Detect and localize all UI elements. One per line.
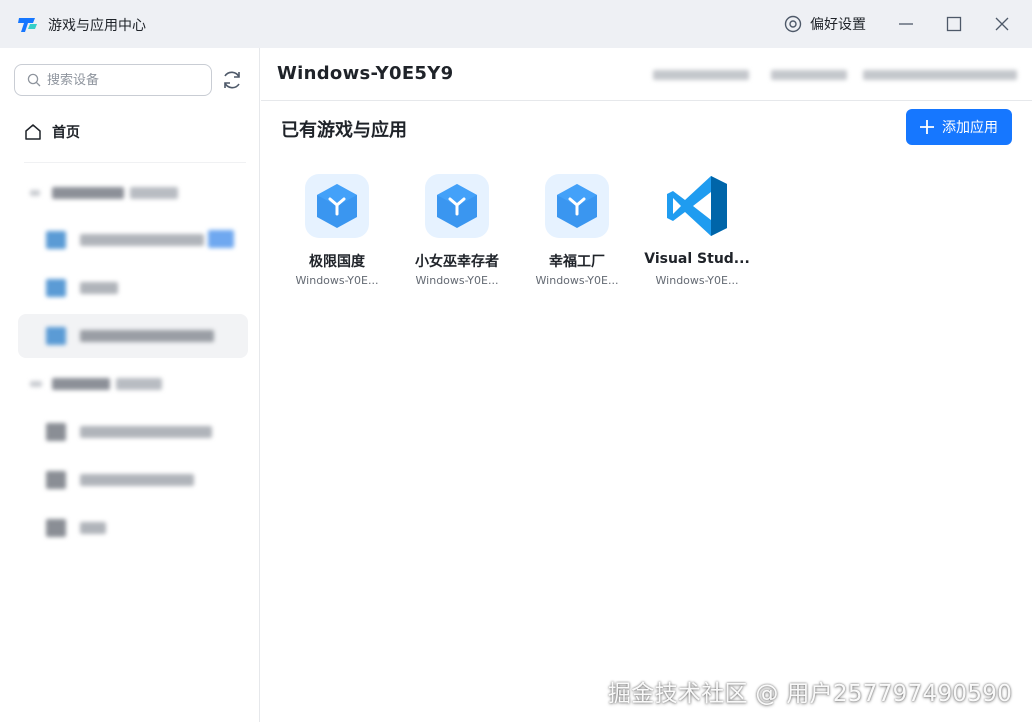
device-icon [46,327,66,345]
app-name: Visual Stud... [644,251,750,267]
section-title: 已有游戏与应用 [281,120,407,141]
refresh-icon[interactable] [220,68,244,92]
device-header: Windows-Y0E5Y9 [261,48,1032,101]
device-icon [46,279,66,297]
minimize-icon [899,23,913,25]
maximize-button[interactable] [940,10,968,38]
device-icon [46,471,66,489]
vscode-icon [665,174,729,238]
app-name: 小女巫幸存者 [415,254,499,270]
app-cube-icon [425,174,489,238]
app-card[interactable]: 幸福工厂 Windows-Y0E... [517,174,637,294]
preferences-label: 偏好设置 [810,17,866,33]
minimize-button[interactable] [892,10,920,38]
app-cube-icon [305,174,369,238]
title-bar: 游戏与应用中心 偏好设置 [0,0,1032,48]
device-item-selected[interactable] [18,314,248,358]
maximize-icon [946,16,962,32]
device-info [863,70,1017,80]
app-name: 极限国度 [309,254,365,270]
device-group-header[interactable] [30,376,180,392]
sidebar: 首页 [0,48,260,722]
sidebar-item-home[interactable]: 首页 [24,122,80,142]
app-device: Windows-Y0E... [535,274,619,287]
watermark: 掘金技术社区 @ 用户257797490590 [608,681,1013,707]
app-device: Windows-Y0E... [415,274,499,287]
app-card[interactable]: Visual Stud... Windows-Y0E... [637,174,757,294]
device-item[interactable] [18,410,248,454]
preferences-button[interactable]: 偏好设置 [784,14,866,34]
device-icon [46,423,66,441]
window-title: 游戏与应用中心 [48,18,146,34]
settings-icon [784,15,802,33]
app-card[interactable]: 极限国度 Windows-Y0E... [277,174,397,294]
close-icon [995,17,1009,31]
device-group-header[interactable] [30,185,180,201]
device-info [653,70,749,80]
search-input[interactable] [47,72,197,88]
device-icon [46,231,66,249]
home-label: 首页 [52,125,80,141]
device-title: Windows-Y0E5Y9 [277,63,454,84]
close-button[interactable] [988,10,1016,38]
home-icon [25,124,41,140]
device-icon [46,519,66,537]
app-cube-icon [545,174,609,238]
app-name: 幸福工厂 [549,254,605,270]
add-app-label: 添加应用 [942,120,998,136]
device-item[interactable] [18,266,248,310]
search-box[interactable] [14,64,212,96]
search-icon [27,73,41,87]
sidebar-divider [24,162,246,163]
main-panel: Windows-Y0E5Y9 已有游戏与应用 添加应用 极限国度 Windows… [261,48,1032,722]
device-info [771,70,847,80]
app-card[interactable]: 小女巫幸存者 Windows-Y0E... [397,174,517,294]
plus-icon [920,120,934,134]
device-item[interactable] [18,218,248,262]
add-app-button[interactable]: 添加应用 [906,109,1012,145]
app-logo-icon [18,18,37,32]
device-item[interactable] [18,458,248,502]
app-device: Windows-Y0E... [655,274,739,287]
device-item[interactable] [18,506,248,550]
app-device: Windows-Y0E... [295,274,379,287]
